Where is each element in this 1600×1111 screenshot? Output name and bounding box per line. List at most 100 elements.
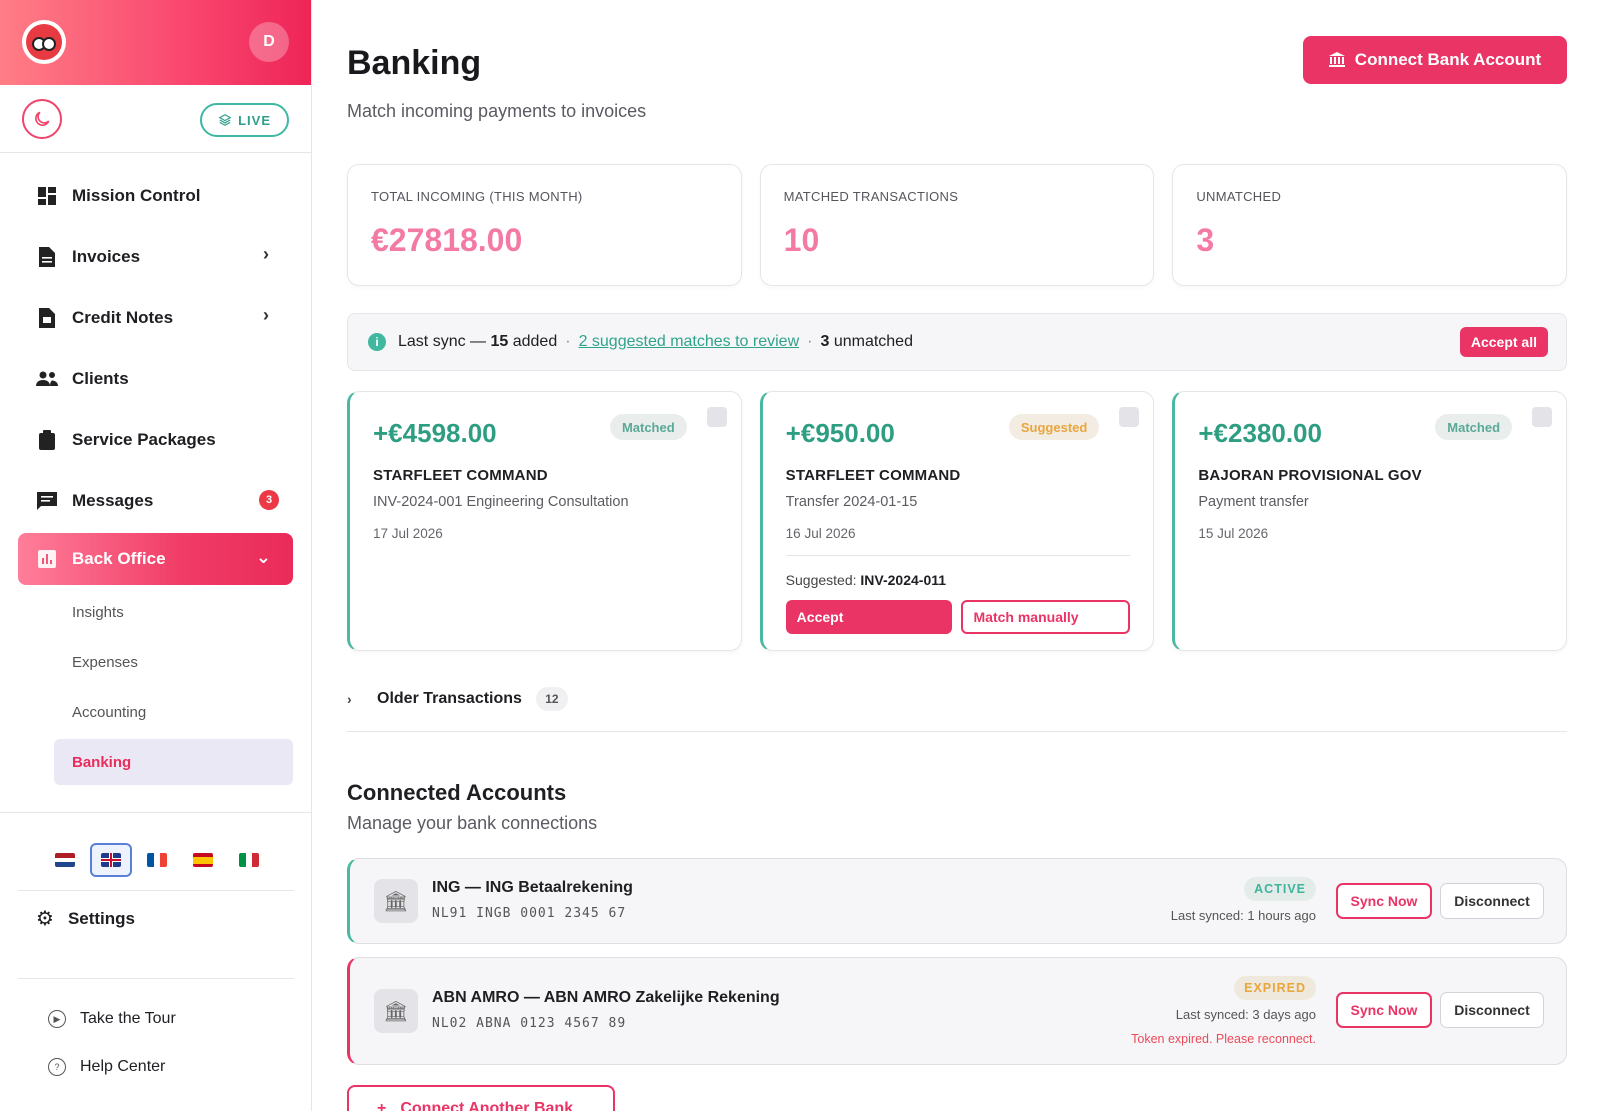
transaction-client: BAJORAN PROVISIONAL GOV [1198,467,1422,484]
sync-added-label: added [512,333,558,350]
stat-label: UNMATCHED [1196,189,1282,204]
chevron-right-icon: › [263,244,269,264]
people-icon [36,368,58,390]
sidebar-header: D [0,0,311,85]
netherlands-flag-icon [55,853,75,867]
nav-label: Back Office [72,549,166,568]
transaction-card[interactable]: +€950.00 Suggested STARFLEET COMMAND Tra… [759,391,1155,651]
older-transactions-count: 12 [535,687,568,711]
bank-icon: 🏛 [374,989,418,1033]
select-checkbox[interactable] [1119,407,1140,427]
suggested-label: Suggested: [785,572,857,588]
disconnect-button[interactable]: Disconnect [1440,992,1544,1028]
nav-settings[interactable]: ⚙ Settings [36,906,135,931]
flag-nl-button[interactable] [44,843,86,877]
subnav-expenses[interactable]: Expenses [54,639,293,685]
avatar[interactable]: D [249,22,289,62]
nav-messages[interactable]: Messages 3 [0,470,311,531]
nav-clients[interactable]: Clients [0,348,311,409]
transaction-date: 17 Jul 2026 [373,526,443,541]
spain-flag-icon [193,853,213,867]
subnav-accounting[interactable]: Accounting [54,689,293,735]
back-office-subnav: Insights Expenses Accounting Banking [0,585,311,785]
settings-label: Settings [67,908,135,928]
sidebar: D LIVE Mission Control Invoices › Credit… [0,0,312,1111]
separator: · [565,333,571,350]
separator: · [807,333,813,350]
nav-credit-notes[interactable]: Credit Notes › [0,287,311,348]
italy-flag-icon [239,853,259,867]
transaction-description: Payment transfer [1198,494,1309,510]
nav-label: Messages [72,490,154,510]
stat-total-incoming: TOTAL INCOMING (THIS MONTH) €27818.00 [347,164,742,286]
account-name: ING — ING Betaalrekening [432,879,633,896]
connected-accounts-subtitle: Manage your bank connections [347,813,598,833]
nav-label: Clients [72,368,129,388]
connected-accounts-title: Connected Accounts [347,780,567,805]
accept-match-button[interactable]: Accept [785,600,952,634]
help-label: Help Center [80,1058,166,1075]
nav-label: Mission Control [72,185,201,205]
sync-now-button[interactable]: Sync Now [1336,992,1432,1028]
live-mode-toggle[interactable]: LIVE [200,103,289,137]
language-switcher [44,843,270,877]
select-checkbox[interactable] [1532,407,1553,427]
transaction-card[interactable]: +€4598.00 Matched STARFLEET COMMAND INV-… [347,391,742,651]
match-manually-button[interactable]: Match manually [960,600,1131,634]
nav-mission-control[interactable]: Mission Control [0,165,311,226]
nav-service-packages[interactable]: Service Packages [0,409,311,470]
nav-label: Credit Notes [72,307,174,327]
flag-fr-button[interactable] [136,843,178,877]
nav-label: Invoices [72,246,141,266]
transaction-client: STARFLEET COMMAND [785,467,961,484]
sync-unmatched-count: 3 [820,333,830,350]
flag-en-button[interactable] [90,843,132,877]
take-tour-link[interactable]: ▶ Take the Tour [48,1010,176,1028]
help-center-link[interactable]: ? Help Center [48,1058,165,1076]
stat-value: 10 [783,222,820,258]
page-title: Banking [347,44,482,82]
disconnect-button[interactable]: Disconnect [1440,883,1544,919]
accept-all-button[interactable]: Accept all [1459,327,1548,357]
sidebar-divider [18,978,294,979]
transaction-date: 15 Jul 2026 [1198,526,1269,541]
nav-back-office[interactable]: Back Office ⌄ [18,533,293,585]
uk-flag-icon [101,853,121,867]
gear-icon: ⚙ [36,908,54,930]
dashboard-icon [36,185,58,207]
bank-icon [1328,52,1345,67]
chevron-down-icon: ⌄ [255,547,271,567]
older-transactions-toggle[interactable]: › Older Transactions 12 [347,687,1567,732]
account-status-badge: ACTIVE [1244,877,1316,901]
connect-another-bank-button[interactable]: + Connect Another Bank [347,1085,615,1111]
subnav-insights[interactable]: Insights [54,589,293,635]
transaction-card[interactable]: +€2380.00 Matched BAJORAN PROVISIONAL GO… [1172,391,1568,651]
connect-another-bank-label: Connect Another Bank [400,1100,574,1111]
suggested-invoice-number: INV-2024-011 [860,572,947,588]
sync-unmatched-label: unmatched [833,333,913,350]
older-transactions-label: Older Transactions [377,690,522,707]
bank-account-card: 🏛 ING — ING Betaalrekening NL91 INGB 000… [347,858,1567,944]
sidebar-divider [18,890,294,891]
transaction-date: 16 Jul 2026 [785,526,856,541]
select-checkbox[interactable] [706,407,727,427]
sync-now-button[interactable]: Sync Now [1336,883,1432,919]
connect-bank-account-button[interactable]: Connect Bank Account [1303,36,1567,84]
main-nav: Mission Control Invoices › Credit Notes … [0,153,311,785]
theme-toggle-button[interactable] [22,99,62,139]
transaction-description: Transfer 2024-01-15 [785,494,918,510]
subnav-banking[interactable]: Banking [54,739,293,785]
flag-it-button[interactable] [228,843,270,877]
suggested-matches-link[interactable]: 2 suggested matches to review [579,333,800,351]
nav-invoices[interactable]: Invoices › [0,226,311,287]
flag-es-button[interactable] [182,843,224,877]
transaction-description: INV-2024-001 Engineering Consultation [373,494,629,510]
moon-icon [35,111,50,126]
status-badge: Matched [1435,414,1513,440]
connect-button-label: Connect Bank Account [1354,50,1542,69]
stats-row: TOTAL INCOMING (THIS MONTH) €27818.00 MA… [347,164,1568,286]
app-logo[interactable] [22,20,66,64]
stat-unmatched: UNMATCHED 3 [1172,164,1568,286]
help-icon: ? [48,1058,66,1076]
stat-label: MATCHED TRANSACTIONS [783,189,959,204]
